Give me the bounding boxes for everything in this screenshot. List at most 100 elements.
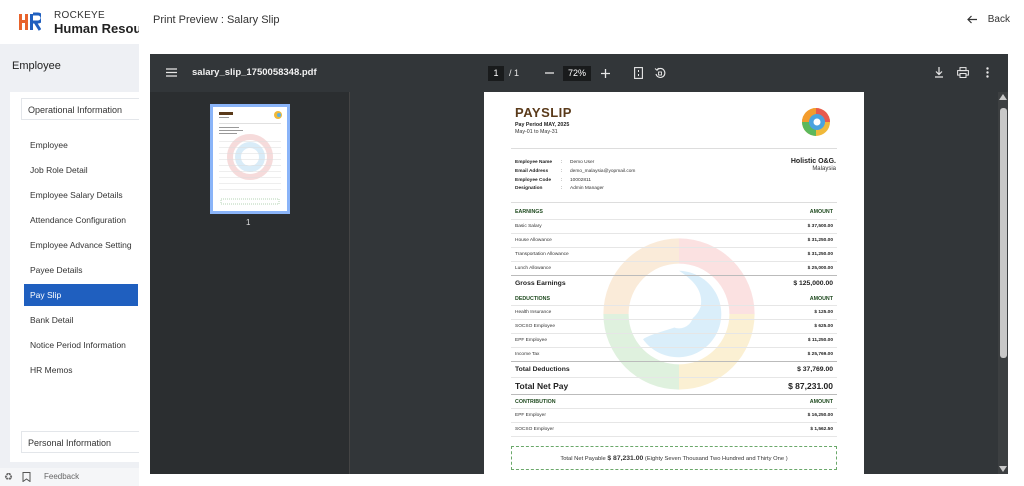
total-net-pay-label: Total Net Pay — [515, 381, 569, 391]
email-label: Email Address — [515, 169, 549, 174]
recycle-icon[interactable]: ♻ — [4, 472, 13, 483]
zoom-input[interactable]: 72% — [563, 66, 591, 81]
net-payable-words: (Eighty Seven Thousand Two Hundred and T… — [644, 456, 788, 462]
scroll-down-icon[interactable] — [999, 466, 1007, 472]
earning-label: Lunch Allowance — [515, 266, 552, 271]
colon: : — [561, 169, 563, 174]
employee-code-value: 10002811 — [570, 178, 591, 183]
amount-heading: AMOUNT — [809, 296, 833, 302]
employee-name-value: Demo User — [570, 160, 595, 165]
thumbnail-panel: 1 — [150, 92, 350, 474]
colon: : — [561, 160, 563, 165]
page-number-input[interactable]: 1 — [488, 66, 504, 81]
row-divider — [511, 377, 837, 378]
deduction-value: $ 25,769.00 — [807, 352, 833, 357]
pay-range: May-01 to May-31 — [515, 129, 558, 135]
minus-icon[interactable] — [545, 72, 554, 74]
payslip-document: PAYSLIP Pay Period MAY, 2025 May-01 to M… — [484, 92, 864, 474]
earning-label: Basic Salary — [515, 224, 542, 229]
brand[interactable]: ROCKEYE Human Resou — [0, 0, 139, 44]
menu-item-attendance-configuration[interactable]: Attendance Configuration — [24, 209, 138, 231]
menu-item-hr-memos[interactable]: HR Memos — [24, 359, 138, 381]
contribution-heading: CONTRIBUTION — [515, 399, 556, 405]
amount-heading: AMOUNT — [809, 399, 833, 405]
menu-icon[interactable] — [166, 68, 177, 77]
row-divider — [511, 408, 837, 409]
plus-icon[interactable] — [601, 69, 610, 78]
employee-menu: Operational Information Employee Job Rol… — [10, 92, 139, 462]
feedback-link[interactable]: Feedback — [44, 472, 79, 481]
more-icon[interactable] — [986, 67, 989, 78]
contribution-value: $ 16,250.00 — [807, 413, 833, 418]
earning-value: $ 25,000.00 — [807, 266, 833, 271]
brand-name-bottom: Human Resou — [54, 21, 139, 36]
brand-name-top: ROCKEYE — [54, 10, 106, 21]
row-divider — [511, 275, 837, 276]
deduction-value: $ 125.00 — [814, 310, 833, 315]
amount-heading: AMOUNT — [809, 209, 833, 215]
page-title: Print Preview : Salary Slip — [153, 14, 280, 26]
scrollbar-thumb[interactable] — [1000, 108, 1007, 358]
menu-group-operational[interactable]: Operational Information — [21, 98, 139, 120]
menu-item-pay-slip[interactable]: Pay Slip — [24, 284, 138, 306]
pay-period: Pay Period MAY, 2025 — [515, 122, 570, 128]
menu-item-job-role-detail[interactable]: Job Role Detail — [24, 159, 138, 181]
email-value: demo_malaysia@yopmail.com — [570, 169, 636, 174]
employee-code-label: Employee Code — [515, 178, 551, 183]
divider — [511, 202, 837, 203]
earning-value: $ 31,250.00 — [807, 252, 833, 257]
page-total: / 1 — [509, 68, 520, 78]
employee-name-label: Employee Name — [515, 160, 553, 165]
section-title: Employee — [12, 60, 61, 72]
net-payable-prefix: Total Net Payable — [560, 456, 606, 462]
brand-logo-icon — [19, 12, 41, 31]
download-icon[interactable] — [934, 67, 944, 78]
net-payable-box: Total Net Payable $ 87,231.00 (Eighty Se… — [511, 446, 837, 470]
row-divider — [511, 436, 837, 437]
total-deductions-label: Total Deductions — [515, 366, 570, 373]
row-divider — [511, 261, 837, 262]
thumbnail-page-number: 1 — [246, 218, 251, 227]
menu-item-employee-salary-details[interactable]: Employee Salary Details — [24, 184, 138, 206]
rotate-icon[interactable] — [654, 67, 666, 79]
viewer-scrollbar[interactable] — [998, 92, 1008, 474]
row-divider — [511, 233, 837, 234]
feedback-bar: ♻ Feedback — [0, 468, 139, 486]
gross-earnings-value: $ 125,000.00 — [793, 280, 833, 287]
company-logo-icon — [802, 108, 830, 136]
menu-item-bank-detail[interactable]: Bank Detail — [24, 309, 138, 331]
print-icon[interactable] — [957, 67, 969, 78]
row-divider — [511, 333, 837, 334]
deduction-label: Health Insurance — [515, 310, 552, 315]
app-sidebar: ROCKEYE Human Resou Employee Operational… — [0, 0, 139, 486]
net-payable-amount: $ 87,231.00 — [607, 455, 644, 462]
menu-item-payee-details[interactable]: Payee Details — [24, 259, 138, 281]
row-divider — [511, 305, 837, 306]
earning-value: $ 31,250.00 — [807, 238, 833, 243]
menu-group-personal[interactable]: Personal Information — [21, 431, 139, 453]
row-divider — [511, 247, 837, 248]
back-button[interactable]: Back — [966, 14, 1010, 25]
deduction-label: SOCSO Employee — [515, 324, 555, 329]
colon: : — [561, 178, 563, 183]
deduction-label: EPF Employee — [515, 338, 547, 343]
pdf-toolbar: salary_slip_1750058348.pdf 1 / 1 72% — [150, 54, 1008, 92]
fit-page-icon[interactable] — [634, 67, 643, 79]
payslip-title: PAYSLIP — [515, 105, 572, 120]
back-label: Back — [987, 14, 1010, 25]
designation-label: Designation — [515, 186, 543, 191]
total-deductions-value: $ 37,769.00 — [797, 366, 833, 373]
menu-item-employee[interactable]: Employee — [24, 134, 138, 156]
deduction-value: $ 625.00 — [814, 324, 833, 329]
pdf-file-name: salary_slip_1750058348.pdf — [192, 67, 317, 78]
bookmark-icon[interactable] — [22, 472, 31, 485]
menu-item-employee-advance-setting[interactable]: Employee Advance Setting — [24, 234, 138, 256]
row-divider — [511, 319, 837, 320]
scroll-up-icon[interactable] — [999, 94, 1007, 100]
page-thumbnail[interactable] — [210, 104, 290, 214]
main-header: Print Preview : Salary Slip Back — [139, 0, 1024, 44]
contribution-label: SOCSO Employer — [515, 427, 554, 432]
menu-item-notice-period-information[interactable]: Notice Period Information — [24, 334, 138, 356]
deductions-heading: DEDUCTIONS — [515, 296, 551, 302]
earning-value: $ 37,500.00 — [807, 224, 833, 229]
